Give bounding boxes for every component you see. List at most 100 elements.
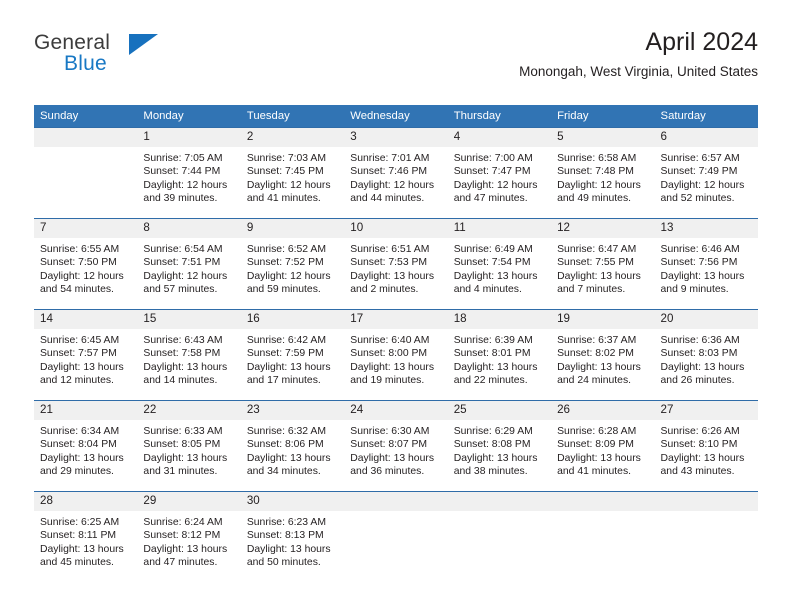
column-header-sunday: Sunday	[34, 105, 138, 128]
calendar-day-cell[interactable]: 4 Sunrise: 7:00 AM Sunset: 7:47 PM Daylight…	[447, 127, 552, 219]
sunrise-time: Sunrise: 6:49 AM	[453, 244, 533, 255]
daylight-duration: Daylight: 13 hours and 24 minutes.	[557, 361, 641, 386]
day-number	[447, 492, 552, 511]
sunset-time: Sunset: 7:59 PM	[246, 348, 324, 360]
sunrise-time: Sunrise: 7:01 AM	[350, 153, 430, 164]
day-details: Sunrise: 6:40 AM Sunset: 8:00 PM Daylight:…	[344, 329, 447, 387]
sunrise-time: Sunrise: 6:45 AM	[40, 335, 120, 346]
day-details: Sunrise: 6:26 AM Sunset: 8:10 PM Daylight:…	[655, 420, 758, 478]
sunset-time: Sunset: 7:46 PM	[350, 166, 428, 178]
calendar-day-cell[interactable]: 16 Sunrise: 6:42 AM Sunset: 7:59 PM Dayligh…	[240, 309, 345, 401]
calendar-day-cell-empty	[551, 491, 655, 582]
sunset-time: Sunset: 7:52 PM	[246, 257, 324, 269]
general-blue-logo[interactable]: General Blue	[34, 32, 254, 92]
day-number: 25	[447, 401, 552, 420]
calendar-day-cell[interactable]: 1 Sunrise: 7:05 AM Sunset: 7:44 PM Daylight…	[137, 127, 241, 219]
day-details: Sunrise: 6:54 AM Sunset: 7:51 PM Daylight:…	[137, 238, 240, 296]
logo-text-blue: Blue	[64, 52, 107, 75]
day-details: Sunrise: 6:30 AM Sunset: 8:07 PM Daylight:…	[344, 420, 447, 478]
calendar-day-cell[interactable]: 9 Sunrise: 6:52 AM Sunset: 7:52 PM Daylight…	[240, 218, 345, 310]
calendar-day-cell[interactable]: 5 Sunrise: 6:58 AM Sunset: 7:48 PM Daylight…	[551, 127, 655, 219]
sunset-time: Sunset: 7:58 PM	[143, 348, 221, 360]
calendar-body: 1 Sunrise: 7:05 AM Sunset: 7:44 PM Daylight…	[34, 127, 758, 582]
day-details: Sunrise: 7:05 AM Sunset: 7:44 PM Daylight:…	[137, 147, 240, 205]
sunset-time: Sunset: 8:13 PM	[246, 530, 324, 542]
calendar-day-cell[interactable]: 10 Sunrise: 6:51 AM Sunset: 7:53 PM Dayligh…	[344, 218, 448, 310]
calendar-day-cell[interactable]: 8 Sunrise: 6:54 AM Sunset: 7:51 PM Daylight…	[137, 218, 241, 310]
calendar-day-cell[interactable]: 25 Sunrise: 6:29 AM Sunset: 8:08 PM Dayligh…	[447, 400, 552, 492]
calendar-day-cell[interactable]: 3 Sunrise: 7:01 AM Sunset: 7:46 PM Daylight…	[344, 127, 448, 219]
calendar-day-cell[interactable]: 23 Sunrise: 6:32 AM Sunset: 8:06 PM Dayligh…	[240, 400, 345, 492]
daylight-duration: Daylight: 13 hours and 12 minutes.	[40, 361, 124, 386]
day-number: 23	[240, 401, 345, 420]
calendar-day-cell[interactable]: 12 Sunrise: 6:47 AM Sunset: 7:55 PM Dayligh…	[551, 218, 655, 310]
calendar-header-row: Sunday Monday Tuesday Wednesday Thursday…	[34, 105, 758, 128]
day-details: Sunrise: 6:29 AM Sunset: 8:08 PM Daylight:…	[448, 420, 551, 478]
calendar-day-cell[interactable]: 11 Sunrise: 6:49 AM Sunset: 7:54 PM Dayligh…	[447, 218, 552, 310]
calendar-day-cell-empty	[447, 491, 552, 582]
calendar-day-cell[interactable]: 2 Sunrise: 7:03 AM Sunset: 7:45 PM Daylight…	[240, 127, 345, 219]
calendar-day-cell[interactable]: 29 Sunrise: 6:24 AM Sunset: 8:12 PM Dayligh…	[137, 491, 241, 582]
daylight-duration: Daylight: 13 hours and 7 minutes.	[557, 270, 641, 295]
calendar-day-cell-empty	[654, 491, 758, 582]
calendar-day-cell[interactable]: 7 Sunrise: 6:55 AM Sunset: 7:50 PM Daylight…	[34, 218, 138, 310]
sunrise-time: Sunrise: 6:43 AM	[143, 335, 223, 346]
calendar-week-row: 7 Sunrise: 6:55 AM Sunset: 7:50 PM Daylight…	[34, 218, 758, 310]
daylight-duration: Daylight: 13 hours and 41 minutes.	[557, 452, 641, 477]
day-number: 30	[240, 492, 345, 511]
day-number: 8	[137, 219, 241, 238]
day-number: 18	[447, 310, 552, 329]
calendar-day-cell[interactable]: 13 Sunrise: 6:46 AM Sunset: 7:56 PM Dayligh…	[654, 218, 758, 310]
calendar-day-cell[interactable]: 20 Sunrise: 6:36 AM Sunset: 8:03 PM Dayligh…	[654, 309, 758, 401]
day-details: Sunrise: 6:43 AM Sunset: 7:58 PM Daylight:…	[137, 329, 240, 387]
sunset-time: Sunset: 7:49 PM	[660, 166, 738, 178]
calendar-day-cell[interactable]: 27 Sunrise: 6:26 AM Sunset: 8:10 PM Dayligh…	[654, 400, 758, 492]
calendar-day-cell[interactable]: 19 Sunrise: 6:37 AM Sunset: 8:02 PM Dayligh…	[551, 309, 655, 401]
calendar-day-cell[interactable]: 26 Sunrise: 6:28 AM Sunset: 8:09 PM Dayligh…	[551, 400, 655, 492]
sunset-time: Sunset: 8:04 PM	[40, 439, 117, 451]
calendar-day-cell-empty	[34, 127, 138, 219]
sunset-time: Sunset: 8:11 PM	[40, 530, 117, 542]
sunset-time: Sunset: 8:06 PM	[246, 439, 324, 451]
sunrise-time: Sunrise: 6:30 AM	[350, 426, 430, 437]
day-number: 28	[34, 492, 138, 511]
day-number: 10	[344, 219, 448, 238]
calendar-day-cell[interactable]: 21 Sunrise: 6:34 AM Sunset: 8:04 PM Dayligh…	[34, 400, 138, 492]
sunrise-sunset-calendar: Sunday Monday Tuesday Wednesday Thursday…	[34, 105, 758, 582]
day-details: Sunrise: 6:34 AM Sunset: 8:04 PM Daylight:…	[34, 420, 137, 478]
calendar-day-cell[interactable]: 6 Sunrise: 6:57 AM Sunset: 7:49 PM Daylight…	[654, 127, 758, 219]
calendar-day-cell[interactable]: 18 Sunrise: 6:39 AM Sunset: 8:01 PM Dayligh…	[447, 309, 552, 401]
day-number: 1	[137, 128, 241, 147]
day-number: 5	[551, 128, 655, 147]
sunrise-time: Sunrise: 6:51 AM	[350, 244, 430, 255]
sunset-time: Sunset: 7:57 PM	[40, 348, 117, 360]
daylight-duration: Daylight: 13 hours and 22 minutes.	[453, 361, 538, 386]
calendar-day-cell[interactable]: 15 Sunrise: 6:43 AM Sunset: 7:58 PM Dayligh…	[137, 309, 241, 401]
sunrise-time: Sunrise: 6:55 AM	[40, 244, 120, 255]
day-details: Sunrise: 7:03 AM Sunset: 7:45 PM Daylight:…	[241, 147, 344, 205]
sunset-time: Sunset: 8:08 PM	[453, 439, 531, 451]
day-number: 29	[137, 492, 241, 511]
sunrise-time: Sunrise: 6:58 AM	[557, 153, 637, 164]
column-header-wednesday: Wednesday	[344, 105, 448, 128]
calendar-day-cell[interactable]: 14 Sunrise: 6:45 AM Sunset: 7:57 PM Dayligh…	[34, 309, 138, 401]
sunrise-time: Sunrise: 6:36 AM	[660, 335, 740, 346]
calendar-day-cell[interactable]: 24 Sunrise: 6:30 AM Sunset: 8:07 PM Dayligh…	[344, 400, 448, 492]
day-number: 26	[551, 401, 655, 420]
sunrise-time: Sunrise: 6:42 AM	[246, 335, 326, 346]
calendar-day-cell[interactable]: 17 Sunrise: 6:40 AM Sunset: 8:00 PM Dayligh…	[344, 309, 448, 401]
daylight-duration: Daylight: 13 hours and 47 minutes.	[143, 543, 228, 568]
day-details: Sunrise: 6:51 AM Sunset: 7:53 PM Daylight:…	[344, 238, 447, 296]
day-details: Sunrise: 6:52 AM Sunset: 7:52 PM Daylight:…	[241, 238, 344, 296]
day-number	[654, 492, 758, 511]
sunrise-time: Sunrise: 6:32 AM	[246, 426, 326, 437]
calendar-day-cell[interactable]: 22 Sunrise: 6:33 AM Sunset: 8:05 PM Dayligh…	[137, 400, 241, 492]
sunset-time: Sunset: 7:54 PM	[453, 257, 531, 269]
sunset-time: Sunset: 7:56 PM	[660, 257, 738, 269]
daylight-duration: Daylight: 13 hours and 36 minutes.	[350, 452, 435, 477]
sunrise-time: Sunrise: 6:24 AM	[143, 517, 223, 528]
calendar-day-cell[interactable]: 28 Sunrise: 6:25 AM Sunset: 8:11 PM Dayligh…	[34, 491, 138, 582]
calendar-day-cell[interactable]: 30 Sunrise: 6:23 AM Sunset: 8:13 PM Dayligh…	[240, 491, 345, 582]
sunrise-time: Sunrise: 6:47 AM	[557, 244, 637, 255]
day-details: Sunrise: 6:58 AM Sunset: 7:48 PM Daylight:…	[551, 147, 654, 205]
